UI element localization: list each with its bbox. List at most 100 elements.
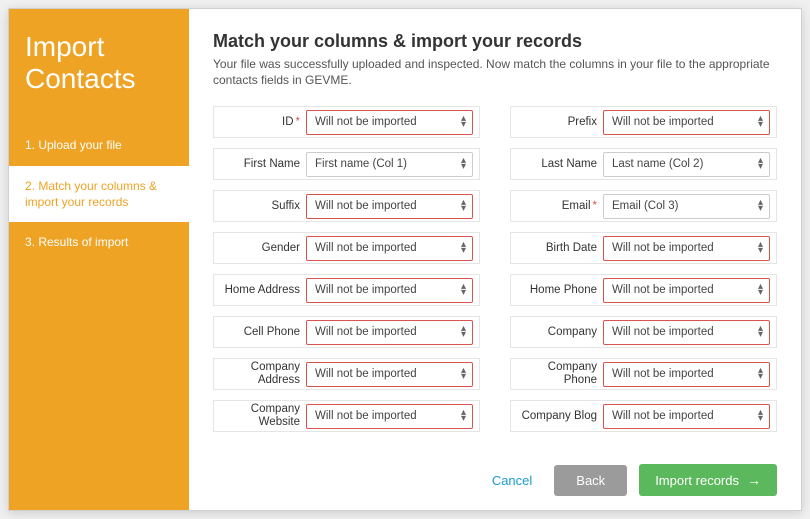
step-2-match-columns[interactable]: 2. Match your columns & import your reco…: [9, 166, 189, 222]
column-mapping-select[interactable]: Will not be imported▴▾: [306, 236, 473, 261]
field-row: Company Website Will not be imported ▴▾: [213, 400, 480, 432]
column-mapping-select[interactable]: Will not be imported▴▾: [603, 362, 770, 387]
select-caret-icon: ▴▾: [758, 368, 763, 380]
import-button-label: Import records: [655, 473, 739, 488]
field-label-text: Cell Phone: [244, 326, 300, 339]
field-label-text: Company: [548, 326, 597, 339]
column-mapping-select[interactable]: Will not be imported ▴▾: [306, 404, 473, 429]
select-caret-icon: ▴▾: [758, 284, 763, 296]
select-wrap: Will not be imported ▴▾: [306, 401, 479, 431]
field-label-text: Company Phone: [515, 361, 597, 387]
select-wrap: Will not be imported▴▾: [306, 275, 479, 305]
select-value: Will not be imported: [612, 284, 714, 296]
column-mapping-select[interactable]: Will not be imported ▴▾: [603, 404, 770, 429]
select-caret-icon: ▴▾: [758, 116, 763, 128]
field-label: Gender: [214, 233, 306, 263]
column-mapping-select[interactable]: Will not be imported ▴▾: [603, 278, 770, 303]
field-row: Email* Email (Col 3)▴▾: [510, 190, 777, 222]
field-label: Company Blog: [511, 401, 603, 431]
field-label: Home Address: [214, 275, 306, 305]
field-row: Company Will not be imported▴▾: [510, 316, 777, 348]
select-value: Last name (Col 2): [612, 158, 703, 170]
field-row: Last NameLast name (Col 2)▴▾: [510, 148, 777, 180]
field-label-text: Home Address: [225, 284, 300, 297]
select-caret-icon: ▴▾: [758, 242, 763, 254]
select-value: Will not be imported: [612, 326, 714, 338]
page-subtitle: Your file was successfully uploaded and …: [213, 56, 777, 88]
field-label-text: Company Address: [218, 361, 300, 387]
field-label: ID*: [214, 107, 306, 137]
select-wrap: Will not be imported ▴▾: [306, 191, 479, 221]
arrow-right-icon: →: [747, 472, 761, 488]
field-row: GenderWill not be imported▴▾: [213, 232, 480, 264]
field-row: Home Address Will not be imported▴▾: [213, 274, 480, 306]
column-mapping-select[interactable]: First name (Col 1)▴▾: [306, 152, 473, 177]
select-wrap: Will not be imported▴▾: [603, 359, 776, 389]
select-caret-icon: ▴▾: [758, 200, 763, 212]
select-caret-icon: ▴▾: [461, 116, 466, 128]
wizard-sidebar: Import Contacts 1. Upload your file 2. M…: [9, 9, 189, 510]
select-wrap: Will not be imported ▴▾: [306, 359, 479, 389]
select-wrap: Will not be imported ▴▾: [603, 233, 776, 263]
field-label-text: Company Website: [218, 403, 300, 429]
field-mapping-grid: ID*Will not be imported▴▾PrefixWill not …: [213, 106, 777, 432]
select-caret-icon: ▴▾: [461, 200, 466, 212]
select-caret-icon: ▴▾: [461, 284, 466, 296]
select-value: Will not be imported: [315, 410, 417, 422]
select-value: First name (Col 1): [315, 158, 407, 170]
column-mapping-select[interactable]: Will not be imported▴▾: [306, 320, 473, 345]
field-label-text: Home Phone: [530, 284, 597, 297]
select-caret-icon: ▴▾: [461, 242, 466, 254]
select-value: Will not be imported: [315, 326, 417, 338]
field-row: Prefix Will not be imported ▴▾: [510, 106, 777, 138]
field-row: Cell Phone Will not be imported▴▾: [213, 316, 480, 348]
select-wrap: Will not be imported ▴▾: [603, 401, 776, 431]
step-3-results[interactable]: 3. Results of import: [9, 222, 189, 262]
select-caret-icon: ▴▾: [758, 158, 763, 170]
field-row: Company Address Will not be imported ▴▾: [213, 358, 480, 390]
column-mapping-select[interactable]: Email (Col 3)▴▾: [603, 194, 770, 219]
column-mapping-select[interactable]: Will not be imported▴▾: [306, 110, 473, 135]
field-row: Company Blog Will not be imported ▴▾: [510, 400, 777, 432]
select-wrap: Email (Col 3)▴▾: [603, 191, 776, 221]
field-label-text: ID: [282, 116, 294, 129]
column-mapping-select[interactable]: Will not be imported▴▾: [603, 320, 770, 345]
select-value: Will not be imported: [612, 242, 714, 254]
cancel-button[interactable]: Cancel: [482, 465, 542, 496]
field-label-text: Company Blog: [522, 410, 597, 423]
select-wrap: First name (Col 1)▴▾: [306, 149, 479, 179]
select-value: Will not be imported: [612, 116, 714, 128]
column-mapping-select[interactable]: Last name (Col 2) ▴▾: [603, 152, 770, 177]
select-caret-icon: ▴▾: [461, 410, 466, 422]
back-button[interactable]: Back: [554, 465, 627, 496]
step-1-upload[interactable]: 1. Upload your file: [9, 125, 189, 165]
select-value: Will not be imported: [315, 200, 417, 212]
select-wrap: Will not be imported ▴▾: [603, 107, 776, 137]
required-marker: *: [593, 200, 597, 213]
field-label-text: Prefix: [568, 116, 597, 129]
main-panel: Match your columns & import your records…: [189, 9, 801, 510]
select-caret-icon: ▴▾: [758, 410, 763, 422]
footer-actions: Cancel Back Import records →: [213, 448, 777, 496]
column-mapping-select[interactable]: Will not be imported ▴▾: [603, 236, 770, 261]
field-row: Home Phone Will not be imported ▴▾: [510, 274, 777, 306]
field-label-text: Email: [562, 200, 591, 213]
field-row: Company PhoneWill not be imported▴▾: [510, 358, 777, 390]
select-value: Will not be imported: [612, 410, 714, 422]
field-label-text: Birth Date: [546, 242, 597, 255]
select-wrap: Will not be imported ▴▾: [603, 275, 776, 305]
select-caret-icon: ▴▾: [461, 368, 466, 380]
import-records-button[interactable]: Import records →: [639, 464, 777, 496]
column-mapping-select[interactable]: Will not be imported ▴▾: [306, 362, 473, 387]
field-label: Suffix: [214, 191, 306, 221]
column-mapping-select[interactable]: Will not be imported ▴▾: [603, 110, 770, 135]
field-label: Prefix: [511, 107, 603, 137]
column-mapping-select[interactable]: Will not be imported▴▾: [306, 278, 473, 303]
select-value: Will not be imported: [315, 368, 417, 380]
select-wrap: Will not be imported▴▾: [306, 317, 479, 347]
sidebar-title: Import Contacts: [9, 9, 189, 125]
field-label: Cell Phone: [214, 317, 306, 347]
select-wrap: Will not be imported▴▾: [603, 317, 776, 347]
column-mapping-select[interactable]: Will not be imported ▴▾: [306, 194, 473, 219]
field-label: Company Phone: [511, 359, 603, 389]
